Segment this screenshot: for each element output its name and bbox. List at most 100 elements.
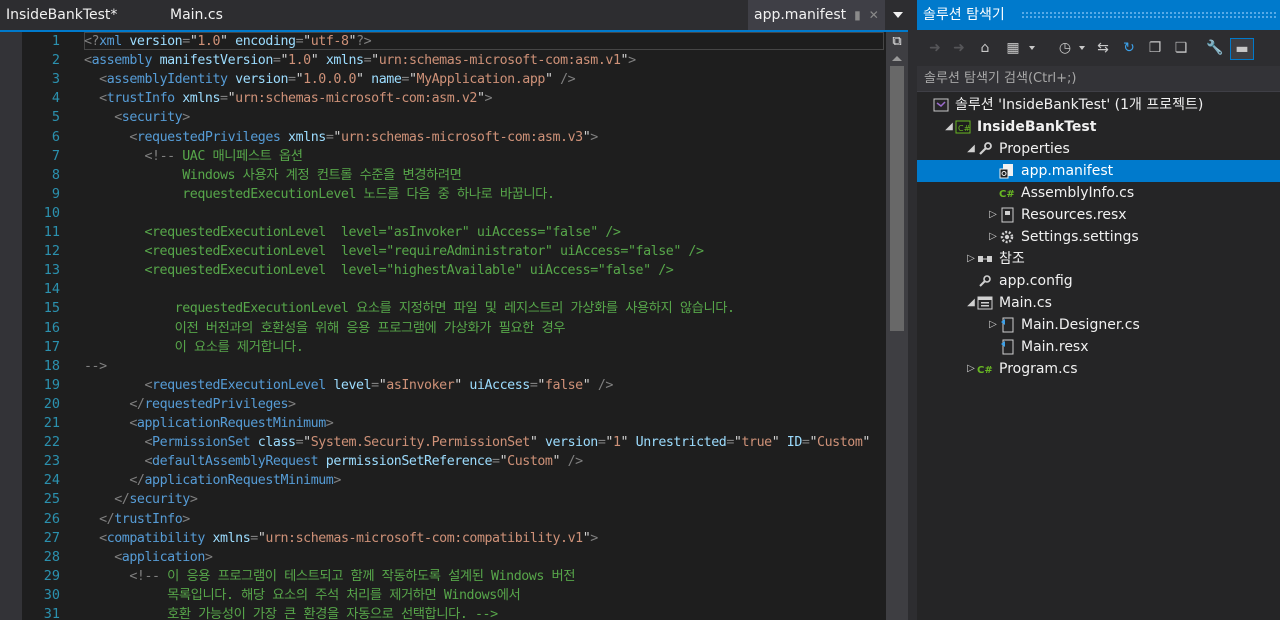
tree-node[interactable]: ◢ C# InsideBankTest: [917, 116, 1280, 138]
tree-node[interactable]: C# AssemblyInfo.cs: [917, 182, 1280, 204]
line-number: 7: [51, 147, 60, 164]
tab-main-cs[interactable]: Main.cs: [170, 0, 223, 30]
expand-arrow-icon[interactable]: ▷: [987, 226, 999, 248]
csharp-file-icon: C#: [999, 185, 1015, 201]
code-token: <requestedExecutionLevel level="asInvoke…: [84, 225, 621, 240]
tree-node[interactable]: ◢ Main.cs: [917, 292, 1280, 314]
code-line[interactable]: <requestedExecutionLevel level="requireA…: [84, 242, 704, 261]
code-token: xmlns: [280, 129, 326, 145]
tree-node[interactable]: app.config: [917, 270, 1280, 292]
code-line[interactable]: <requestedExecutionLevel level="asInvoke…: [84, 376, 613, 395]
home-icon[interactable]: ⌂: [975, 38, 995, 58]
close-icon[interactable]: ✕: [869, 8, 879, 22]
tree-node[interactable]: ▷ C# Program.cs: [917, 358, 1280, 380]
tree-node[interactable]: app.manifest: [917, 160, 1280, 182]
code-token: Custom: [817, 435, 863, 451]
tree-node-label: Resources.resx: [1021, 207, 1127, 223]
expand-arrow-icon[interactable]: ▷: [965, 248, 977, 270]
code-token: compatibility: [106, 530, 206, 546]
tab-label: InsideBankTest*: [6, 7, 118, 23]
code-line[interactable]: <assemblyIdentity version="1.0.0.0" name…: [84, 70, 576, 89]
code-line[interactable]: <requestedPrivileges xmlns="urn:schemas-…: [84, 128, 598, 147]
code-line[interactable]: 호환 가능성이 가장 큰 환경을 자동으로 선택합니다. -->: [84, 605, 498, 620]
code-line[interactable]: <defaultAssemblyRequest permissionSetRef…: [84, 452, 583, 471]
code-token: security: [129, 492, 190, 508]
code-line[interactable]: 이 요소를 제거합니다.: [84, 338, 304, 357]
line-number-gutter: 1 2 3 4 5 6 7 8 9 10 11 12 13 14 15 16 17 18 19 20 21 22 23 24 2…: [22, 32, 74, 620]
collapse-all-icon[interactable]: ❐: [1145, 38, 1165, 58]
tree-node[interactable]: ▷ Settings.settings: [917, 226, 1280, 248]
pending-changes-filter-icon[interactable]: ◷: [1055, 38, 1075, 58]
code-token: </: [114, 492, 130, 508]
expand-arrow-icon[interactable]: ▷: [987, 314, 999, 336]
code-line[interactable]: 목록입니다. 해당 요소의 주석 처리를 제거하면 Windows에서: [84, 586, 521, 605]
sync-icon[interactable]: ⇆: [1093, 38, 1113, 58]
tab-insidebanktest[interactable]: InsideBankTest*: [6, 0, 117, 30]
preview-icon[interactable]: ▬: [1230, 38, 1254, 60]
tree-node[interactable]: ▷ Resources.resx: [917, 204, 1280, 226]
code-line[interactable]: </applicationRequestMinimum>: [84, 471, 341, 490]
code-line[interactable]: <application>: [84, 548, 213, 567]
scroll-up-icon[interactable]: [892, 56, 902, 61]
code-line[interactable]: requestedExecutionLevel 요소를 지정하면 파일 및 레지…: [84, 299, 735, 318]
expand-arrow-icon[interactable]: ▷: [987, 204, 999, 226]
code-token: UAC 매니페스트 옵션: [174, 148, 303, 164]
tab-list-dropdown-icon[interactable]: [893, 12, 903, 18]
code-area[interactable]: <?xml version="1.0" encoding="utf-8"?> <a…: [84, 32, 884, 620]
code-line[interactable]: <!-- 이 응용 프로그램이 테스트되고 함께 작동하도록 설계된 Windo…: [84, 567, 575, 586]
tree-node[interactable]: ▷ 참조: [917, 248, 1280, 270]
code-line[interactable]: -->: [84, 357, 107, 376]
code-editor[interactable]: 1 2 3 4 5 6 7 8 9 10 11 12 13 14 15 16 17 18 19 20 21 22 23 24 2…: [0, 32, 908, 620]
line-number: 18: [43, 357, 60, 374]
code-line[interactable]: <trustInfo xmlns= "urn:schemas-microsoft-…: [84, 89, 492, 108]
show-all-files-icon[interactable]: ❏: [1171, 38, 1191, 58]
forward-icon[interactable]: ➜: [949, 38, 969, 58]
code-line[interactable]: <?xml version="1.0" encoding="utf-8"?>: [84, 32, 372, 51]
scrollbar-thumb[interactable]: [890, 66, 904, 331]
expand-arrow-icon[interactable]: ▷: [965, 358, 977, 380]
split-window-icon[interactable]: ⧉: [890, 35, 904, 49]
code-line[interactable]: <requestedExecutionLevel level="asInvoke…: [84, 223, 620, 242]
code-token: ": [544, 72, 553, 88]
line-number: 21: [43, 415, 60, 431]
code-line[interactable]: <PermissionSet class="System.Security.Pe…: [84, 433, 870, 452]
properties-icon[interactable]: 🔧: [1205, 38, 1225, 58]
code-token: ": [862, 435, 870, 451]
code-token: trustInfo: [106, 91, 175, 107]
tab-app-manifest[interactable]: app.manifest ▮ ✕: [748, 0, 885, 30]
code-line[interactable]: 이전 버전과의 호환성을 위해 응용 프로그램에 가상화가 필요한 경우: [84, 319, 566, 338]
code-line[interactable]: </trustInfo>: [84, 510, 190, 529]
tree-node[interactable]: ◢ Properties: [917, 138, 1280, 160]
code-line[interactable]: <applicationRequestMinimum>: [84, 414, 333, 433]
code-line[interactable]: Windows 사용자 계정 컨트롤 수준을 변경하려면: [84, 166, 462, 185]
solution-explorer-search[interactable]: 솔루션 탐색기 검색(Ctrl+;): [917, 66, 1280, 92]
code-line[interactable]: </security>: [84, 490, 198, 509]
code-token: ": [552, 454, 561, 470]
collapse-arrow-icon[interactable]: ◢: [943, 116, 955, 138]
tree-node[interactable]: ▷ Main.Designer.cs: [917, 314, 1280, 336]
code-line[interactable]: </requestedPrivileges>: [84, 395, 296, 414]
switch-views-icon[interactable]: ▦: [1003, 38, 1023, 58]
code-line[interactable]: <!-- UAC 매니페스트 옵션: [84, 147, 303, 166]
tree-node[interactable]: Main.resx: [917, 336, 1280, 358]
solution-explorer-title-bar[interactable]: 솔루션 탐색기: [917, 0, 1280, 30]
refresh-icon[interactable]: ↻: [1119, 38, 1139, 58]
code-line[interactable]: <assembly manifestVersion="1.0" xmlns="u…: [84, 51, 636, 70]
code-line[interactable]: <compatibility xmlns="urn:schemas-micros…: [84, 529, 598, 548]
line-number: 13: [43, 262, 60, 279]
collapse-arrow-icon[interactable]: ◢: [965, 292, 977, 314]
code-line[interactable]: requestedExecutionLevel 노드를 다음 중 하나로 바꿉니…: [84, 185, 555, 204]
tree-node[interactable]: 솔루션 'InsideBankTest' (1개 프로젝트): [917, 94, 1280, 116]
pin-icon[interactable]: ▮: [854, 8, 861, 22]
back-icon[interactable]: ➜: [925, 38, 945, 58]
code-line[interactable]: <requestedExecutionLevel level="highestA…: [84, 261, 673, 280]
filter-dropdown-icon[interactable]: [1079, 46, 1085, 50]
code-token: <: [129, 416, 137, 431]
line-number: 2: [51, 52, 60, 69]
switch-views-dropdown-icon[interactable]: [1029, 46, 1035, 50]
code-line[interactable]: <security>: [84, 108, 190, 127]
vertical-scrollbar[interactable]: ⧉: [886, 32, 908, 620]
collapse-arrow-icon[interactable]: ◢: [965, 138, 977, 160]
